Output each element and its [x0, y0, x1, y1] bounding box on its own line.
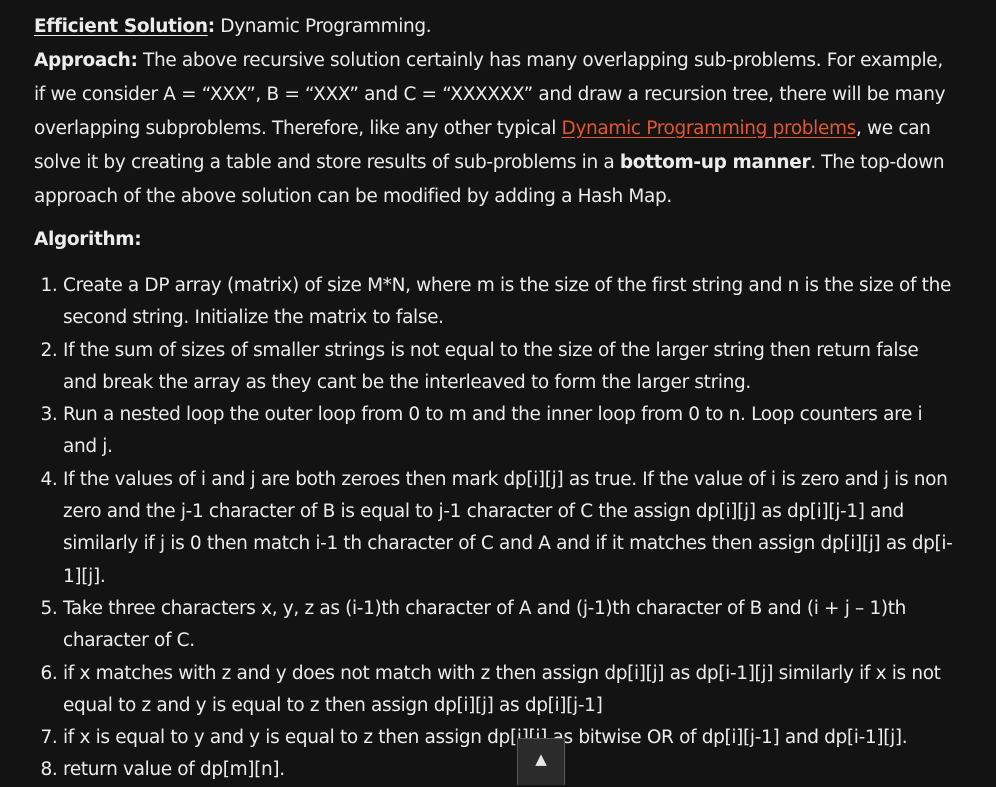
efficient-solution-label: Efficient Solution	[34, 16, 208, 37]
efficient-solution-value: Dynamic Programming.	[214, 16, 432, 37]
algorithm-step: if x matches with z and y does not match…	[63, 658, 954, 723]
dynamic-programming-link[interactable]: Dynamic Programming problems	[562, 118, 857, 139]
algorithm-heading-text: Algorithm:	[34, 229, 142, 250]
efficient-solution-line: Efficient Solution: Dynamic Programming.	[34, 10, 954, 44]
efficient-solution-colon: :	[207, 16, 215, 37]
algorithm-step: If the sum of sizes of smaller strings i…	[63, 335, 954, 400]
algorithm-step: If the values of i and j are both zeroes…	[63, 464, 954, 593]
bottom-up-bold: bottom-up manner	[619, 152, 811, 173]
algorithm-heading: Algorithm:	[34, 223, 954, 257]
article-content: Efficient Solution: Dynamic Programming.…	[34, 10, 954, 787]
algorithm-step: Create a DP array (matrix) of size M*N, …	[63, 270, 954, 335]
scroll-to-top-button[interactable]: ▲	[517, 738, 565, 785]
algorithm-step: return value of dp[m][n].	[63, 754, 954, 786]
algorithm-step: Take three characters x, y, z as (i-1)th…	[63, 593, 954, 658]
approach-paragraph: Approach: The above recursive solution c…	[34, 44, 954, 214]
algorithm-steps-list: Create a DP array (matrix) of size M*N, …	[34, 270, 954, 787]
approach-label: Approach:	[34, 50, 138, 71]
algorithm-step: if x is equal to y and y is equal to z t…	[63, 722, 954, 754]
algorithm-step: Run a nested loop the outer loop from 0 …	[63, 399, 954, 464]
arrow-up-icon: ▲	[535, 750, 547, 768]
